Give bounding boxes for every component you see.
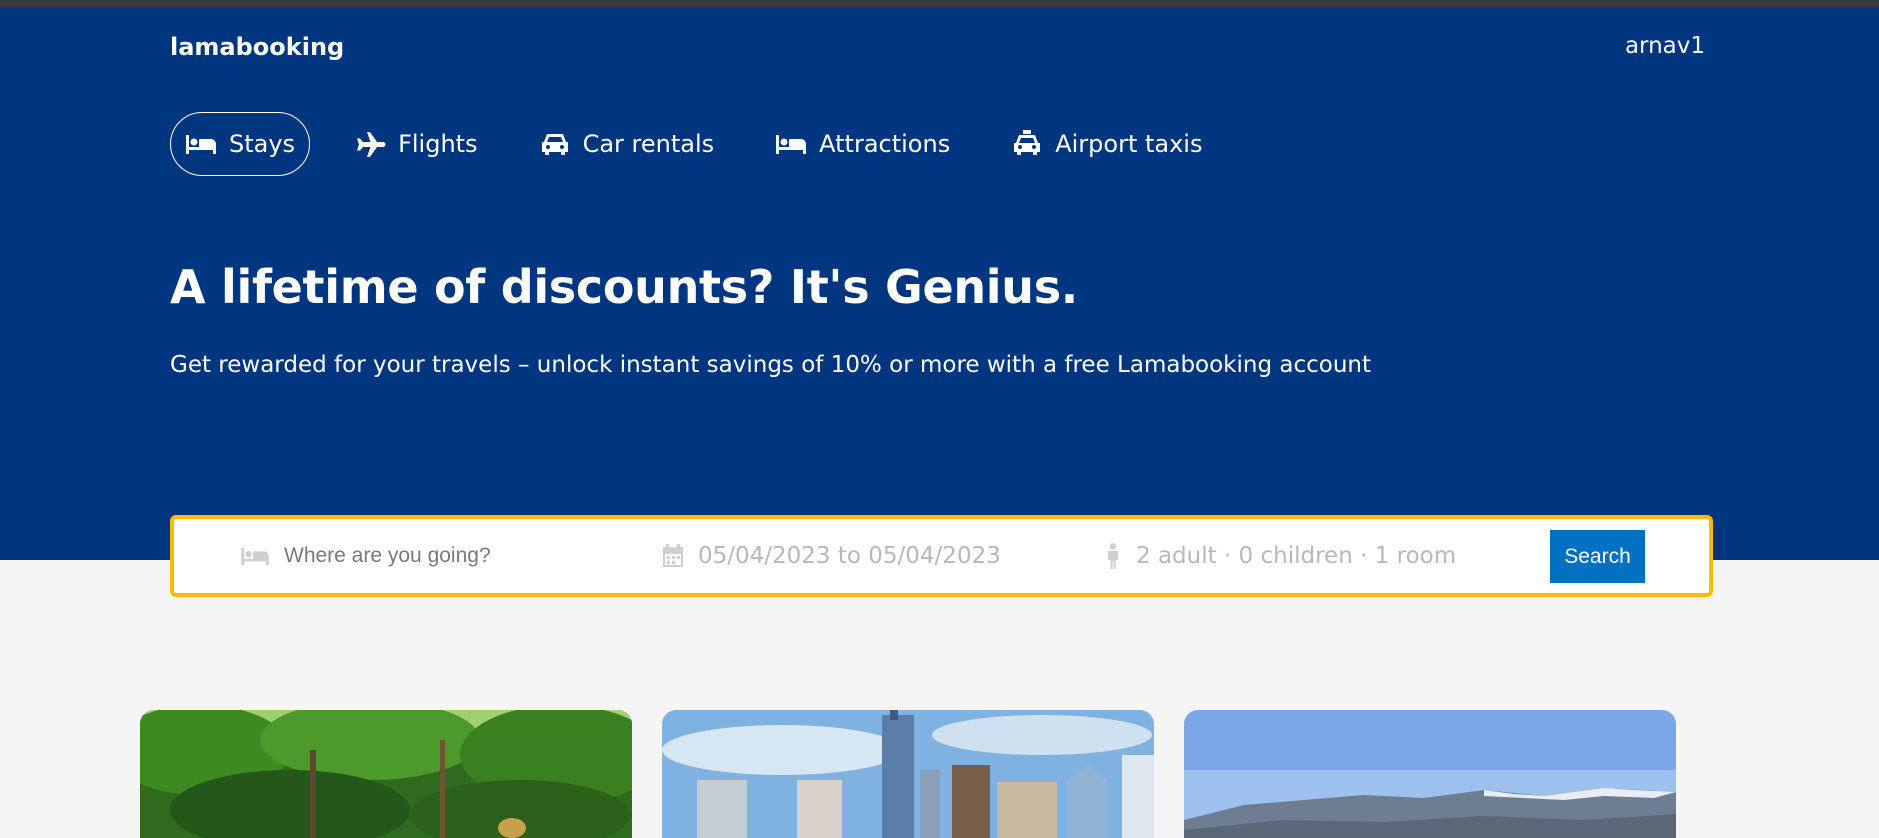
person-icon — [1108, 543, 1118, 569]
nav-item-flights[interactable]: Flights — [337, 112, 495, 176]
nav-item-airport-taxis[interactable]: Airport taxis — [994, 112, 1219, 176]
bed-icon — [776, 135, 807, 154]
nav-item-car-rentals[interactable]: Car rentals — [522, 112, 732, 176]
logo[interactable]: lamabooking — [170, 33, 344, 61]
mountains-photo — [1184, 710, 1676, 838]
hero-title: A lifetime of discounts? It's Genius. — [170, 260, 1078, 314]
date-picker-field[interactable]: 05/04/2023 to 05/04/2023 — [662, 543, 1001, 569]
header: lamabooking arnav1 Stays Flights Car ren… — [0, 7, 1879, 560]
search-button[interactable]: Search — [1550, 530, 1645, 583]
taxi-icon — [1014, 130, 1041, 155]
bed-icon — [241, 547, 269, 566]
header-nav: Stays Flights Car rentals Attractions Ai… — [170, 112, 1246, 176]
nav-item-label: Flights — [398, 130, 478, 158]
nav-item-attractions[interactable]: Attractions — [758, 112, 967, 176]
bed-icon — [186, 135, 216, 154]
destination-field[interactable] — [240, 544, 584, 568]
city-skyline-photo — [662, 710, 1154, 838]
car-icon — [541, 134, 568, 155]
featured-card-forest[interactable] — [140, 710, 632, 838]
featured-card-mountains[interactable] — [1184, 710, 1676, 838]
featured-card-city[interactable] — [662, 710, 1154, 838]
nav-item-label: Car rentals — [582, 130, 715, 158]
nav-item-label: Attractions — [819, 130, 951, 158]
hero-subtitle: Get rewarded for your travels – unlock i… — [170, 352, 1372, 378]
destination-input[interactable] — [284, 544, 584, 568]
nav-item-label: Airport taxis — [1055, 130, 1203, 158]
plane-icon — [357, 132, 386, 157]
search-bar: 05/04/2023 to 05/04/2023 2 adult · 0 chi… — [170, 515, 1713, 597]
date-range-text: 05/04/2023 to 05/04/2023 — [698, 543, 1001, 569]
nav-item-label: Stays — [229, 130, 296, 158]
guest-options-text: 2 adult · 0 children · 1 room — [1136, 543, 1457, 569]
user-name[interactable]: arnav1 — [1625, 33, 1705, 59]
guest-options-field[interactable]: 2 adult · 0 children · 1 room — [1104, 543, 1456, 569]
calendar-icon — [663, 544, 683, 567]
nav-item-stays[interactable]: Stays — [170, 112, 311, 176]
browser-top-strip — [0, 0, 1879, 7]
forest-photo — [140, 710, 632, 838]
